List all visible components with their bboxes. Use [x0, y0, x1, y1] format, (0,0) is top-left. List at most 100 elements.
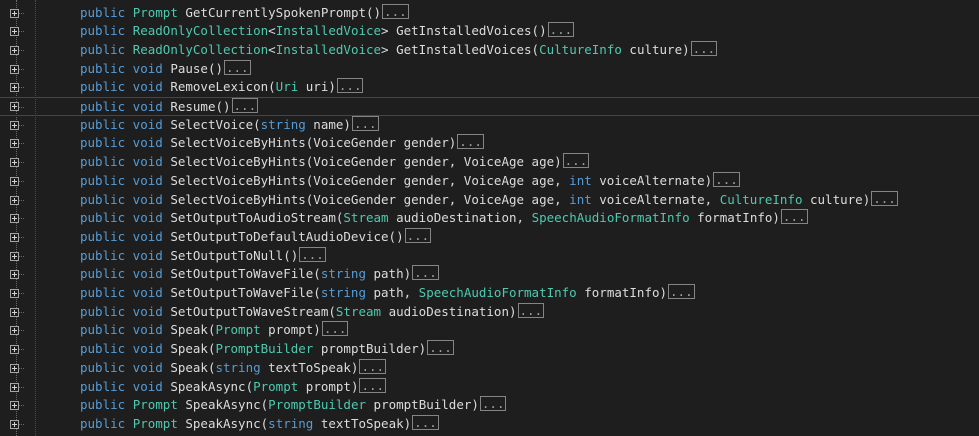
code-editor[interactable]: public Prompt GetCurrentlySpokenPrompt()… [0, 0, 979, 436]
expand-outline-icon[interactable] [10, 27, 19, 37]
collapsed-region-marker[interactable]: ... [517, 302, 545, 318]
collapsed-region-marker[interactable]: ... [382, 3, 409, 19]
collapsed-region-marker[interactable]: ... [690, 40, 718, 56]
expand-outline-icon[interactable] [10, 176, 19, 186]
code-line[interactable]: public Prompt SpeakAsync(PromptBuilder p… [0, 396, 979, 415]
collapsed-region-marker[interactable]: ... [713, 171, 740, 187]
expand-outline-icon[interactable] [10, 102, 19, 111]
code-line[interactable]: public void SelectVoiceByHints(VoiceGend… [0, 190, 979, 210]
collapsed-region-marker[interactable]: ... [562, 153, 590, 169]
expand-outline-icon[interactable] [10, 270, 19, 280]
code-line[interactable]: public void SelectVoiceByHints(VoiceGend… [0, 171, 979, 191]
collapsed-region-marker[interactable]: ... [479, 396, 507, 412]
code-line[interactable]: public void SetOutputToWaveStream(Stream… [0, 302, 979, 322]
code-token: ReadOnlyCollection [132, 41, 269, 57]
collapsed-region-marker[interactable]: ... [412, 265, 439, 281]
code-line[interactable]: public void SetOutputToAudioStream(Strea… [0, 209, 979, 228]
expand-outline-icon[interactable] [10, 382, 19, 392]
outline-connector [19, 162, 24, 164]
collapsed-region-marker[interactable]: ... [299, 246, 326, 262]
collapsed-region-marker[interactable]: ... [231, 98, 259, 113]
method-signature: public void SelectVoiceByHints(VoiceGend… [80, 153, 590, 172]
collapsed-region-marker[interactable]: ... [404, 227, 432, 243]
code-token: Prompt [132, 4, 186, 20]
collapsed-region-marker[interactable]: ... [359, 377, 387, 393]
code-token: Speak( [170, 322, 216, 338]
code-line[interactable]: public void SelectVoice(string name)... [0, 115, 979, 135]
code-token: path) [365, 266, 412, 282]
code-line[interactable]: public Prompt GetCurrentlySpokenPrompt()… [0, 3, 979, 23]
expand-outline-icon[interactable] [10, 83, 19, 93]
outline-connector [19, 87, 24, 89]
method-signature: public void Pause()... [80, 59, 251, 79]
code-token: textToSpeak) [313, 415, 412, 431]
code-token: string [215, 359, 261, 375]
code-line[interactable]: public void Pause()... [0, 59, 979, 79]
code-line[interactable]: public void SetOutputToWaveFile(string p… [0, 284, 979, 303]
code-line[interactable]: public void SetOutputToDefaultAudioDevic… [0, 227, 979, 247]
code-token: string [320, 266, 366, 282]
expand-outline-icon[interactable] [10, 8, 19, 18]
code-token: InstalledVoice [275, 41, 382, 57]
expand-outline-icon[interactable] [10, 326, 19, 336]
code-line[interactable]: public ReadOnlyCollection<InstalledVoice… [0, 22, 979, 41]
code-line[interactable]: public void SpeakAsync(Prompt prompt)... [0, 377, 979, 397]
expand-outline-icon[interactable] [10, 45, 19, 55]
collapsed-region-marker[interactable]: ... [351, 115, 379, 131]
code-line[interactable]: public void Speak(PromptBuilder promptBu… [0, 340, 979, 359]
code-token: promptBuilder) [313, 341, 427, 357]
collapsed-region-marker[interactable]: ... [668, 284, 695, 299]
code-token: GetCurrentlySpokenPrompt() [185, 4, 382, 20]
collapsed-region-marker[interactable]: ... [412, 414, 439, 430]
collapsed-region-marker[interactable]: ... [359, 358, 387, 374]
collapsed-region-marker[interactable]: ... [780, 209, 808, 225]
expand-outline-icon[interactable] [10, 158, 19, 168]
collapsed-region-marker[interactable]: ... [457, 134, 484, 150]
expand-outline-icon[interactable] [10, 401, 19, 411]
expand-outline-icon[interactable] [10, 139, 19, 149]
collapsed-region-marker[interactable]: ... [336, 78, 364, 94]
expand-outline-icon[interactable] [10, 419, 19, 429]
code-token: CultureInfo [539, 41, 622, 57]
code-token: string [268, 415, 314, 431]
code-token: uri) [298, 79, 336, 95]
outline-connector [19, 386, 24, 388]
collapsed-region-marker[interactable]: ... [427, 340, 454, 356]
code-line[interactable]: public void SetOutputToWaveFile(string p… [0, 265, 979, 284]
outline-connector [19, 367, 24, 369]
expand-outline-icon[interactable] [10, 232, 19, 242]
method-signature: public ReadOnlyCollection<InstalledVoice… [80, 22, 575, 41]
code-token: CultureInfo [719, 191, 803, 207]
code-token: Uri [275, 79, 299, 95]
expand-outline-icon[interactable] [10, 289, 19, 298]
expand-outline-icon[interactable] [10, 214, 19, 224]
expand-outline-icon[interactable] [10, 120, 19, 130]
collapsed-region-marker[interactable]: ... [871, 190, 898, 206]
method-signature: public Prompt SpeakAsync(PromptBuilder p… [80, 396, 507, 415]
expand-outline-icon[interactable] [10, 64, 19, 74]
code-line[interactable]: public void Speak(string textToSpeak)... [0, 358, 979, 378]
method-signature: public void SetOutputToWaveFile(string p… [80, 265, 439, 284]
code-token: public [80, 397, 133, 413]
expand-outline-icon[interactable] [10, 251, 19, 261]
collapsed-region-marker[interactable]: ... [224, 59, 251, 75]
code-line[interactable]: public void SelectVoiceByHints(VoiceGend… [0, 134, 979, 153]
code-line[interactable]: public void SetOutputToNull()... [0, 246, 979, 266]
code-token: public void [80, 60, 171, 76]
code-line[interactable]: public void SelectVoiceByHints(VoiceGend… [0, 153, 979, 172]
expand-outline-icon[interactable] [10, 345, 19, 355]
expand-outline-icon[interactable] [10, 363, 19, 373]
code-line[interactable]: public Prompt SpeakAsync(string textToSp… [0, 414, 979, 434]
code-token: formatInfo) [689, 210, 780, 226]
code-line[interactable]: public ReadOnlyCollection<InstalledVoice… [0, 40, 979, 60]
collapsed-region-marker[interactable]: ... [321, 321, 349, 337]
expand-outline-icon[interactable] [10, 307, 19, 317]
code-token: SelectVoice( [170, 116, 261, 132]
code-line[interactable]: public void Speak(Prompt prompt)... [0, 321, 979, 340]
collapsed-region-marker[interactable]: ... [547, 22, 575, 38]
code-token: SetOutputToWaveFile( [170, 266, 321, 282]
code-line[interactable]: public void Resume()... [0, 97, 979, 116]
expand-outline-icon[interactable] [10, 195, 19, 205]
code-line[interactable]: public void RemoveLexicon(Uri uri)... [0, 78, 979, 97]
outline-connector [19, 405, 24, 407]
